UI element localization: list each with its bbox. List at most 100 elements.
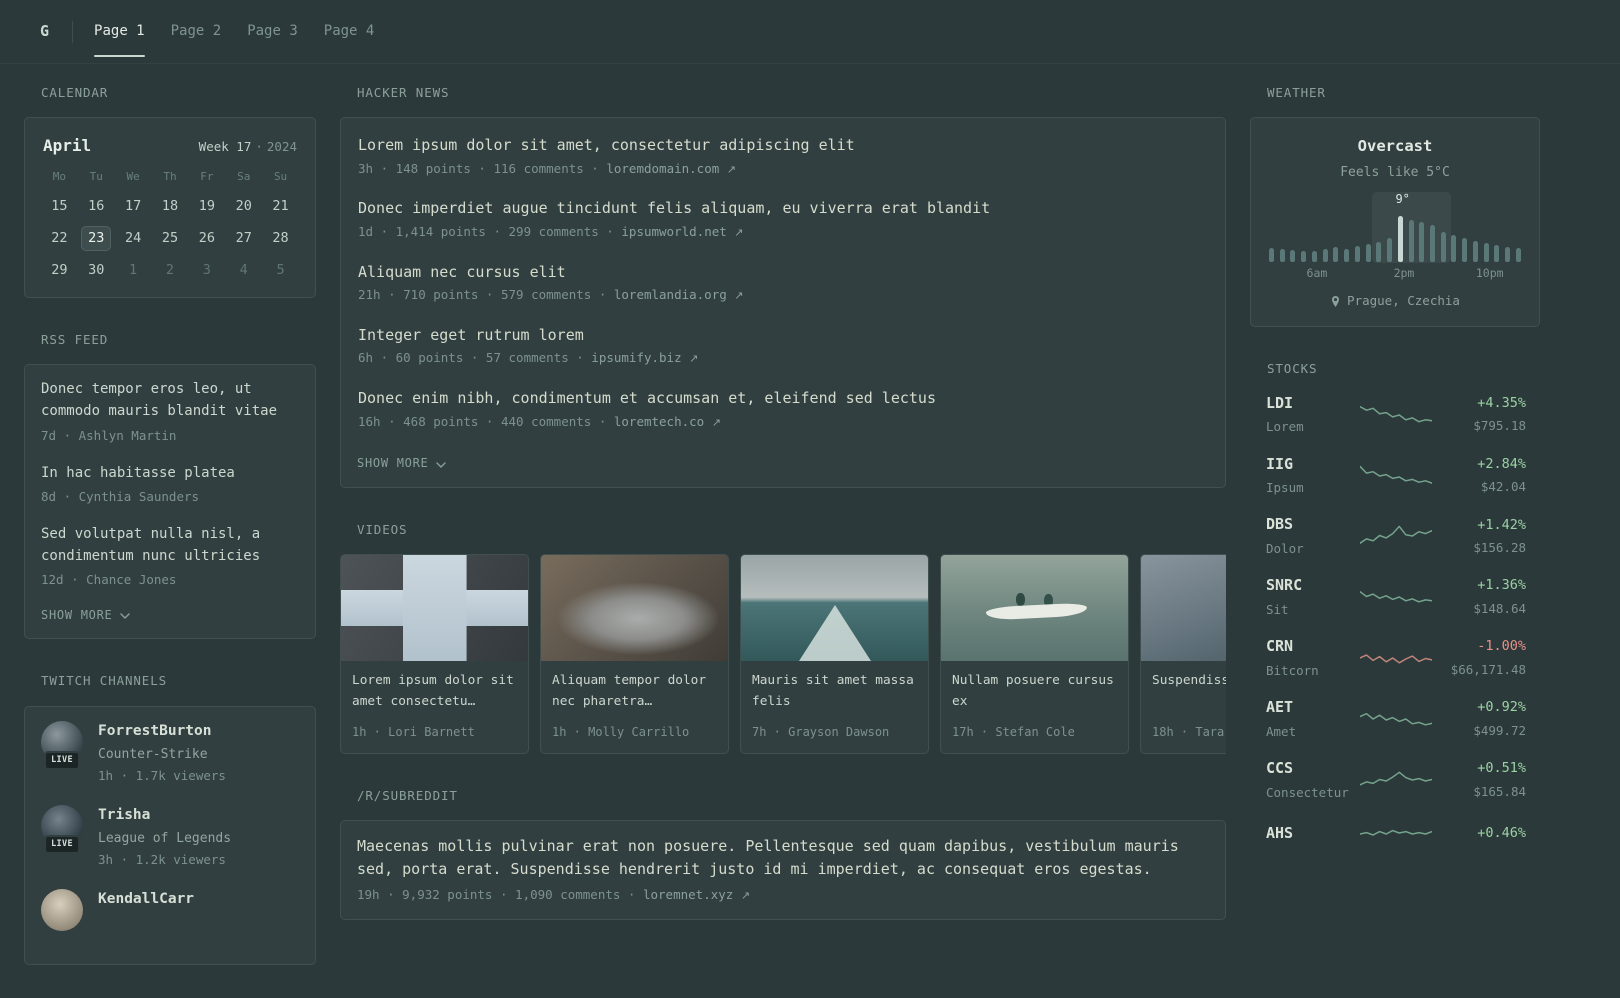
weather-location-label: Prague, Czechia — [1347, 293, 1460, 309]
show-more-button[interactable]: SHOW MORE — [357, 455, 446, 472]
weather-bar — [1494, 245, 1500, 263]
hn-item-source-link[interactable]: loremlandia.org ↗ — [614, 287, 744, 302]
stock-values: +1.36% $148.64 — [1432, 576, 1526, 618]
hn-item-source-link[interactable]: loremdomain.com ↗ — [606, 161, 736, 176]
twitch-channel-row[interactable]: LIVE Trisha League of Legends 3h · 1.2k vie… — [41, 804, 299, 870]
stock-row[interactable]: DBS Dolor +1.42% $156.28 — [1266, 514, 1526, 558]
hn-item-source-link[interactable]: ipsumify.biz ↗ — [591, 350, 698, 365]
center-column: HACKER NEWS Lorem ipsum dolor sit amet, … — [340, 84, 1226, 953]
hn-item-meta: 16h · 468 points · 440 comments · loremt… — [358, 413, 1208, 432]
rss-item-title[interactable]: Donec tempor eros leo, ut commodo mauris… — [41, 379, 299, 422]
stock-row[interactable]: CCS Consectetur +0.51% $165.84 — [1266, 758, 1526, 802]
weather-current-temp: 9° — [1395, 192, 1410, 207]
twitch-channel-row[interactable]: KendallCarr — [41, 888, 299, 931]
app-logo[interactable]: G — [40, 21, 49, 43]
video-card[interactable]: Aliquam tempor dolor nec pharetra… 1h · M… — [540, 553, 729, 754]
weather-hour-label: 2pm — [1393, 266, 1415, 281]
video-title: Mauris sit amet massa felis — [752, 672, 914, 709]
calendar-grid: Mo Tu We Th Fr Sa Su 15 16 17 18 19 20 21 22 23 24 25 26 27… — [41, 169, 299, 283]
stock-change: +0.92% — [1477, 699, 1526, 716]
channel-name[interactable]: ForrestBurton — [98, 721, 226, 742]
rss-item-title[interactable]: Sed volutpat nulla nisl, a condimentum n… — [41, 524, 299, 567]
hn-item-title[interactable]: Aliquam nec cursus elit — [358, 261, 1208, 284]
show-more-button[interactable]: SHOW MORE — [41, 607, 130, 624]
videos-widget-title: VIDEOS — [357, 521, 408, 537]
stock-row[interactable]: CRN Bitcorn -1.00% $66,171.48 — [1266, 636, 1526, 680]
tab-page-4[interactable]: Page 4 — [324, 0, 375, 63]
stock-symbol: LDI — [1266, 393, 1294, 412]
hn-item-source-link[interactable]: loremtech.co ↗ — [614, 414, 721, 429]
stock-row[interactable]: LDI Lorem +4.35% $795.18 — [1266, 393, 1526, 437]
calendar-day: 27 — [235, 229, 252, 246]
weather-hour-label: 6am — [1306, 266, 1328, 281]
hn-item-title[interactable]: Lorem ipsum dolor sit amet, consectetur … — [358, 134, 1208, 157]
hn-item-title[interactable]: Donec imperdiet augue tincidunt felis al… — [358, 197, 1208, 220]
hn-item-meta: 1d · 1,414 points · 299 comments · ipsum… — [358, 223, 1208, 242]
separator-dot: · — [255, 139, 263, 155]
channel-avatar: LIVE — [41, 804, 83, 854]
video-title: Nullam posuere cursus ex — [952, 672, 1114, 709]
stock-price: $499.72 — [1473, 722, 1526, 738]
stock-change: +4.35% — [1477, 394, 1526, 411]
video-thumbnail — [1141, 554, 1226, 661]
weather-bar — [1430, 225, 1436, 263]
stock-row[interactable]: AHS +0.46% — [1266, 819, 1526, 849]
weather-bar — [1472, 241, 1478, 263]
rss-card: Donec tempor eros leo, ut commodo mauris… — [24, 364, 316, 640]
hn-item-source-link[interactable]: ipsumworld.net ↗ — [621, 224, 743, 239]
calendar-dow-label: Th — [163, 170, 177, 184]
stock-row[interactable]: AET Amet +0.92% $499.72 — [1266, 697, 1526, 741]
subreddit-card: Maecenas mollis pulvinar erat non posuer… — [340, 820, 1226, 920]
video-thumbnail — [341, 554, 528, 661]
stock-row[interactable]: SNRC Sit +1.36% $148.64 — [1266, 575, 1526, 619]
weather-bar — [1419, 222, 1425, 263]
video-card[interactable]: Nullam posuere cursus ex 17h · Stefan Col… — [940, 553, 1129, 754]
subreddit-post-title[interactable]: Maecenas mollis pulvinar erat non posuer… — [357, 835, 1209, 880]
hn-item-meta: 21h · 710 points · 579 comments · loreml… — [358, 286, 1208, 305]
stocks-list: LDI Lorem +4.35% $795.18 IIG Ipsum +2.84% $42.0… — [1250, 393, 1540, 849]
calendar-day: 15 — [51, 197, 68, 214]
rss-item: Sed volutpat nulla nisl, a condimentum n… — [41, 524, 299, 590]
stock-sparkline-wrap — [1360, 461, 1432, 491]
hn-item-title[interactable]: Integer eget rutrum lorem — [358, 324, 1208, 347]
weather-bar — [1505, 247, 1511, 263]
calendar-day: 3 — [202, 261, 211, 278]
weather-bar-current — [1397, 216, 1403, 263]
rss-item-title[interactable]: In hac habitasse platea — [41, 463, 299, 485]
stock-sparkline-wrap — [1360, 521, 1432, 551]
external-link-icon: ↗ — [740, 889, 751, 903]
weather-bars — [1269, 214, 1521, 263]
weather-widget: WEATHER Overcast Feels like 5°C 9° 6am 2p… — [1250, 84, 1540, 327]
external-link-icon: ↗ — [689, 352, 699, 366]
calendar-week-number: Week 17 — [198, 139, 252, 155]
tab-page-2[interactable]: Page 2 — [171, 0, 222, 63]
channel-avatar — [41, 888, 83, 931]
tab-page-1[interactable]: Page 1 — [94, 0, 145, 63]
weather-bar — [1344, 249, 1350, 263]
calendar-day: 25 — [161, 229, 179, 246]
channel-name[interactable]: KendallCarr — [98, 889, 194, 910]
nav-divider — [72, 20, 74, 43]
twitch-channel-row[interactable]: LIVE ForrestBurton Counter-Strike 1h · 1.7k… — [41, 720, 299, 786]
weather-bar — [1365, 244, 1371, 263]
video-card[interactable]: Mauris sit amet massa felis 7h · Grayson … — [740, 553, 929, 754]
weather-bar — [1301, 251, 1307, 263]
hn-item-title[interactable]: Donec enim nibh, condimentum et accumsan… — [358, 387, 1208, 410]
stock-name: Amet — [1266, 723, 1297, 739]
twitch-widget: TWITCH CHANNELS LIVE ForrestBurton Counter… — [24, 672, 316, 965]
stock-symbol: AHS — [1266, 823, 1294, 842]
weather-condition: Overcast — [1357, 137, 1433, 156]
video-meta: 18h · Tara — [1152, 724, 1225, 739]
stock-row[interactable]: IIG Ipsum +2.84% $42.04 — [1266, 454, 1526, 498]
calendar-day: 5 — [276, 261, 285, 278]
video-title: Aliquam tempor dolor nec pharetra… — [552, 672, 707, 709]
hn-item: Integer eget rutrum lorem 6h · 60 points … — [357, 314, 1209, 377]
video-card[interactable]: Suspendisse diam 18h · Tara — [1140, 553, 1226, 754]
stock-sparkline-wrap — [1360, 643, 1432, 673]
calendar-day: 20 — [235, 197, 252, 214]
weather-bar — [1483, 243, 1489, 263]
video-card[interactable]: Lorem ipsum dolor sit amet consectetu… 1h… — [340, 553, 529, 754]
tab-page-3[interactable]: Page 3 — [247, 0, 298, 63]
channel-name[interactable]: Trisha — [98, 805, 231, 826]
weather-bar — [1311, 251, 1317, 263]
